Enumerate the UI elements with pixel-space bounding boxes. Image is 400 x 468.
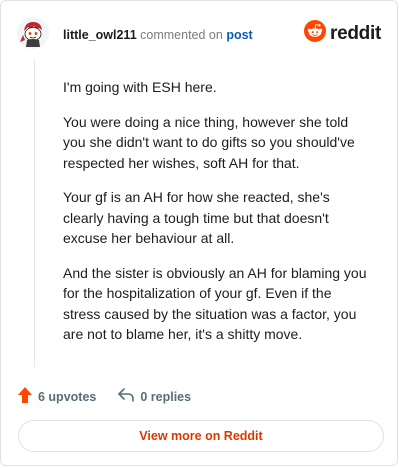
thread-line (34, 59, 35, 367)
post-link[interactable]: post (226, 28, 252, 42)
comment-paragraph: And the sister is obviously an AH for bl… (63, 264, 367, 343)
upvote-arrow-icon (18, 387, 32, 406)
upvotes-count: 6 upvotes (38, 389, 97, 404)
view-more-button[interactable]: View more on Reddit (18, 420, 384, 452)
snoo-avatar-icon[interactable] (17, 17, 49, 49)
comment-body: I'm going with ESH here. You were doing … (63, 77, 369, 359)
replies-button[interactable]: 0 replies (118, 388, 191, 405)
commented-on-label: commented on (140, 28, 223, 42)
reddit-brand[interactable]: reddit (304, 20, 381, 47)
comment-header: little_owl211 commented on post (63, 27, 253, 43)
reply-arrow-icon (118, 388, 135, 405)
upvote-button[interactable]: 6 upvotes (18, 387, 96, 406)
comment-paragraph: Your gf is an AH for how she reacted, sh… (63, 189, 330, 246)
comment-paragraph: I'm going with ESH here. (63, 79, 217, 95)
reddit-logo-icon (304, 20, 327, 47)
comment-paragraph: You were doing a nice thing, however she… (63, 113, 355, 171)
username-link[interactable]: little_owl211 (63, 28, 137, 42)
reddit-wordmark: reddit (330, 22, 381, 44)
replies-count: 0 replies (140, 389, 192, 404)
comment-actions: 6 upvotes 0 replies (18, 387, 191, 406)
embedded-comment-card: little_owl211 commented on post reddit I… (0, 0, 398, 466)
